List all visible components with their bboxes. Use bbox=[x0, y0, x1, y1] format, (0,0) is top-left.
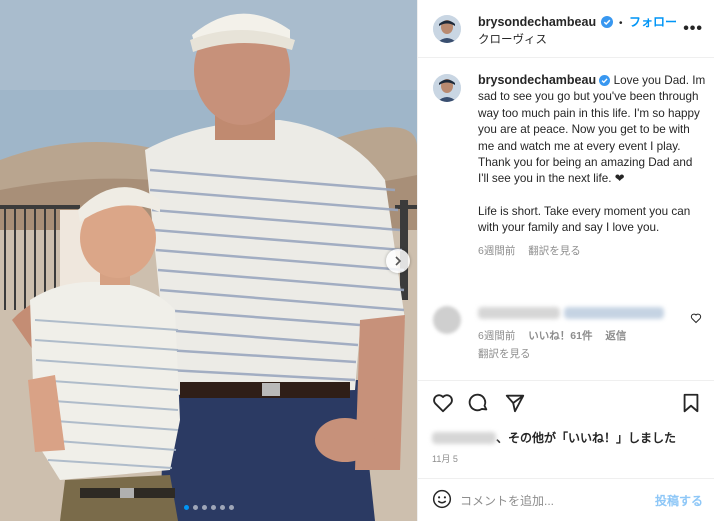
likes-summary: 、その他が「いいね！」しました bbox=[432, 429, 676, 446]
caption-timestamp[interactable]: 6週間前 bbox=[478, 245, 515, 257]
carousel-dot bbox=[201, 505, 207, 510]
caption-avatar[interactable] bbox=[433, 74, 461, 102]
divider bbox=[418, 380, 714, 381]
share-paper-plane-icon[interactable] bbox=[504, 392, 526, 414]
comment-bubble-icon[interactable] bbox=[468, 392, 490, 414]
verified-badge-icon bbox=[600, 16, 613, 28]
comment-like-heart-icon[interactable] bbox=[690, 312, 702, 324]
carousel-dot bbox=[219, 505, 225, 510]
carousel-dot bbox=[183, 505, 189, 510]
likes-summary-text[interactable]: 、その他が「いいね！」しました bbox=[496, 431, 676, 445]
caption-username[interactable]: brysondechambeau bbox=[478, 73, 596, 87]
carousel-dot bbox=[210, 505, 216, 510]
comment-box: コメントを追加... 投稿する bbox=[418, 478, 714, 521]
more-horizontal-icon: ••• bbox=[683, 20, 703, 37]
caption-text-2: Life is short. Take every moment you can… bbox=[478, 204, 691, 235]
comment-text-blurred bbox=[478, 306, 688, 320]
post-caption: brysondechambeau Love you Dad. Im sad to… bbox=[478, 72, 706, 259]
avatar-image bbox=[433, 74, 461, 102]
follow-button[interactable]: フォロー bbox=[629, 15, 677, 29]
caption-translate-link[interactable]: 翻訳を見る bbox=[528, 245, 581, 257]
caption-text: Love you Dad. Im sad to see you go but y… bbox=[478, 74, 706, 186]
header-username[interactable]: brysondechambeau bbox=[478, 15, 596, 29]
liker-name-blurred[interactable] bbox=[432, 432, 496, 444]
carousel-dot bbox=[192, 505, 198, 510]
bookmark-icon[interactable] bbox=[680, 392, 702, 414]
comment-input[interactable]: コメントを追加... bbox=[460, 492, 554, 509]
next-slide-button[interactable] bbox=[386, 249, 410, 273]
more-options-button[interactable]: ••• bbox=[683, 20, 703, 38]
post-header: brysondechambeau • フォロー クローヴィス ••• bbox=[418, 0, 714, 58]
avatar-image bbox=[433, 15, 461, 43]
post-side-panel: brysondechambeau • フォロー クローヴィス ••• bryso… bbox=[417, 0, 714, 521]
avatar[interactable] bbox=[433, 15, 461, 43]
comment-translate-link[interactable]: 翻訳を見る bbox=[478, 348, 531, 360]
chevron-right-icon bbox=[395, 256, 402, 266]
carousel-dot bbox=[228, 505, 234, 510]
post-location[interactable]: クローヴィス bbox=[478, 31, 547, 47]
comment-likes-count[interactable]: いいね！61件 bbox=[528, 330, 592, 342]
verified-badge-icon bbox=[599, 75, 611, 86]
photo-image bbox=[0, 0, 417, 521]
commenter-avatar[interactable] bbox=[433, 306, 461, 334]
header-separator: • bbox=[619, 18, 623, 29]
comment-item: 6週間前 いいね！61件 返信 翻訳を見る bbox=[478, 306, 688, 361]
comment-reply-button[interactable]: 返信 bbox=[605, 330, 626, 342]
comment-timestamp[interactable]: 6週間前 bbox=[478, 330, 515, 342]
post-actions bbox=[418, 392, 714, 416]
post-photo[interactable] bbox=[0, 0, 417, 521]
post-date[interactable]: 11月 5 bbox=[432, 452, 458, 465]
post-comment-button[interactable]: 投稿する bbox=[655, 492, 703, 509]
carousel-indicator bbox=[0, 505, 417, 510]
like-heart-icon[interactable] bbox=[432, 392, 454, 414]
emoji-icon[interactable] bbox=[432, 489, 452, 509]
